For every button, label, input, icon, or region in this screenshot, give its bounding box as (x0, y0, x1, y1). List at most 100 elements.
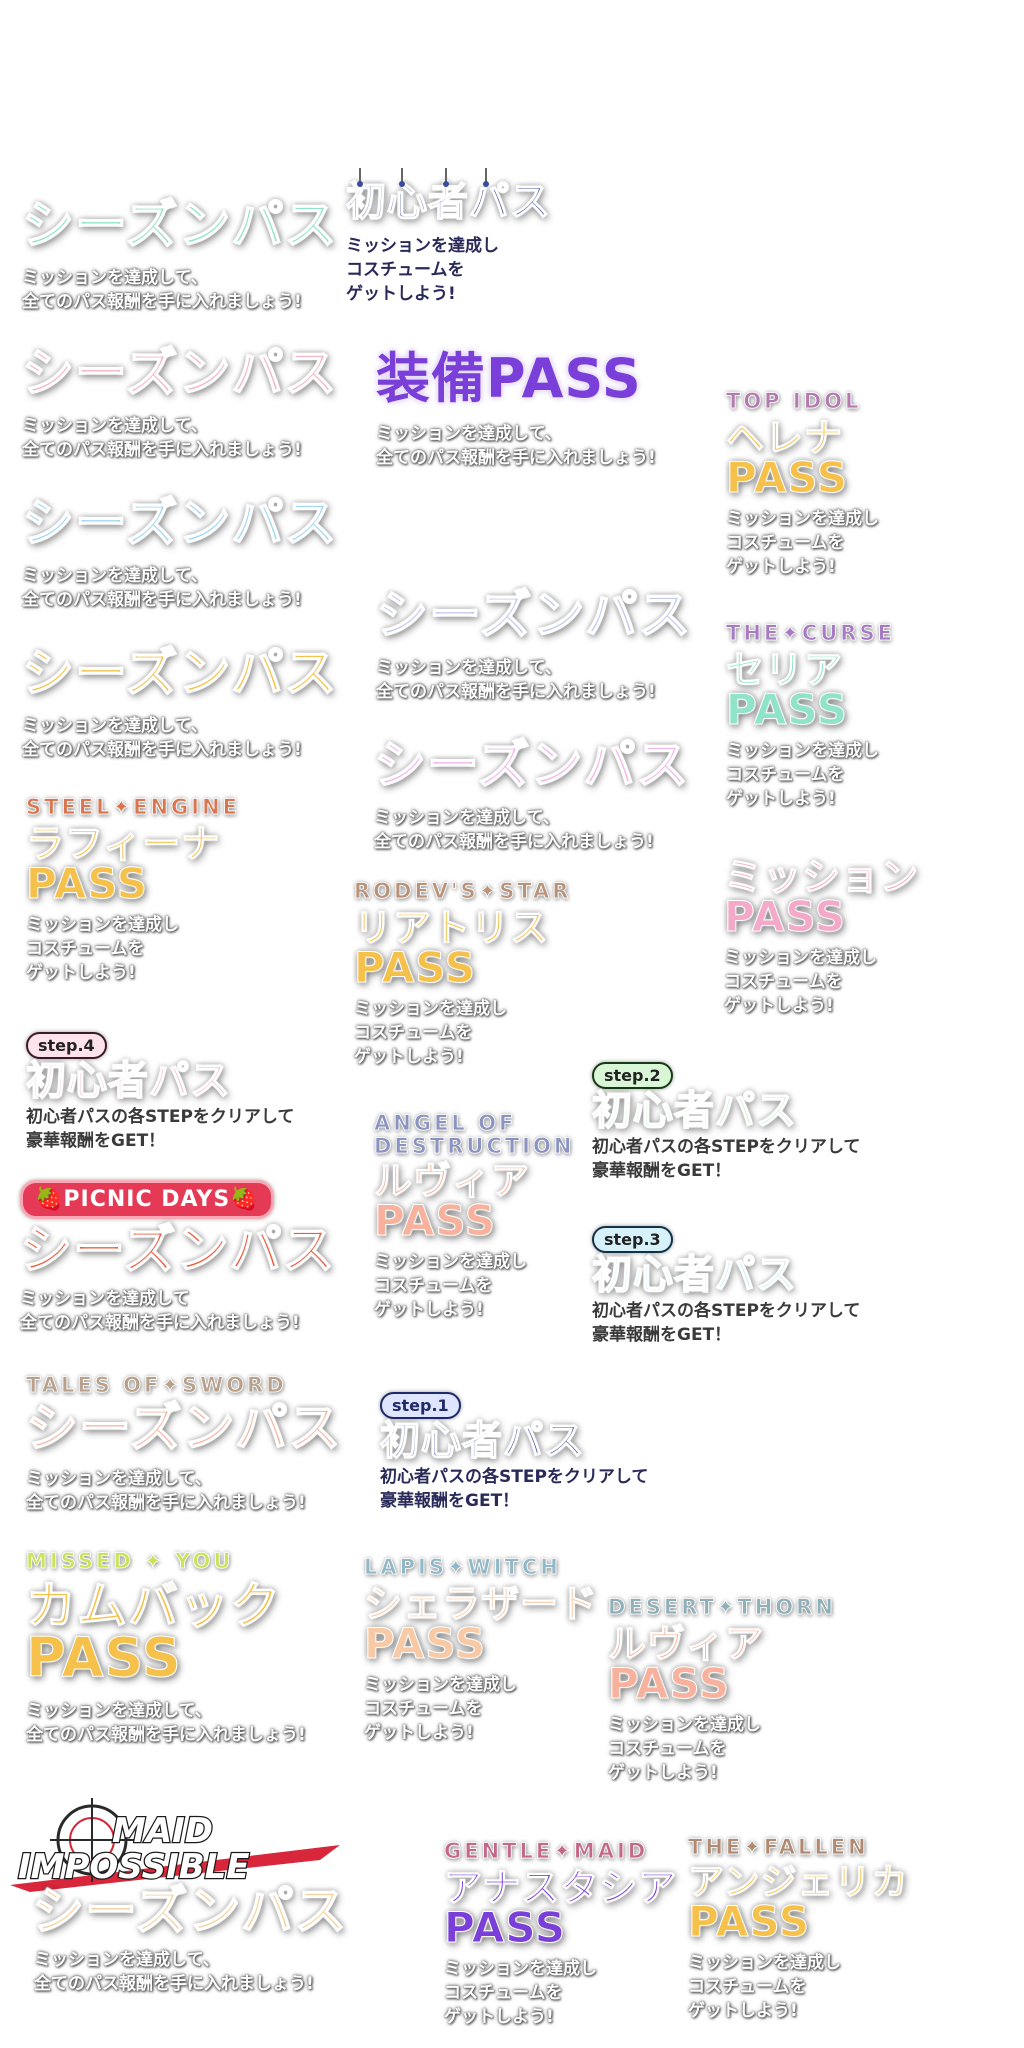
banner-subtitle: TALES OF✦SWORD (26, 1373, 287, 1397)
season-pass-banner-sky[interactable]: シーズンパス ミッションを達成して、 全てのパス報酬を手に入れましょう! (21, 497, 337, 612)
banner-pass-label: PASS (443, 1903, 567, 1953)
banner-title: シーズンパス (21, 196, 338, 256)
picnic-days-badge: 🍓PICNIC DAYS🍓 (20, 1180, 274, 1219)
rafina-pass-banner[interactable]: STEEL✦ENGINE ラフィーナ PASS ミッションを達成し コスチューム… (25, 795, 240, 985)
banner-desc-line2: コスチュームを (26, 939, 145, 960)
banner-title: シーズンパス (25, 1399, 342, 1460)
banner-desc-line1: ミッションを達成し (726, 741, 879, 762)
step-badge: step.4 (26, 1032, 107, 1059)
maid-impossible-season-pass-banner[interactable]: MAID IMPOSSIBLE シーズンパス ミッションを達成して、 全てのパス… (0, 1790, 350, 1996)
banner-desc-line3: ゲットしよう! (688, 2001, 798, 2022)
banner-desc-line1: 初心者パスの各STEPをクリアして (380, 1467, 649, 1487)
seria-pass-banner[interactable]: THE✦CURSE セリア PASS ミッションを達成し コスチュームを ゲット… (726, 621, 895, 811)
banner-desc-line1: ミッションを達成し (374, 1252, 527, 1273)
banner-desc-line3: ゲットしよう! (364, 1723, 474, 1744)
banner-desc-line2: コスチュームを (724, 972, 843, 992)
banner-desc-line1: ミッションを達成し (26, 915, 179, 936)
banner-character-name: ルヴィア (608, 1622, 765, 1667)
banner-subtitle: THE✦CURSE (726, 621, 895, 645)
comeback-pass-banner[interactable]: MISSED ✦ YOU カムバック PASS ミッションを達成して、 全てのパ… (26, 1549, 306, 1747)
banner-desc-line1: ミッションを達成して、 (22, 416, 208, 436)
banner-character-name: シェラザード (363, 1582, 599, 1627)
banner-desc-line1: ミッションを達成し (724, 948, 877, 968)
banner-pass-label: PASS (363, 1619, 487, 1669)
banner-pass-label: PASS (688, 1897, 811, 1947)
banner-desc-line1: ミッションを達成し (688, 1953, 841, 1974)
banner-desc-line1: ミッションを達成し (608, 1715, 761, 1736)
banner-title: 初心者パス (379, 1418, 585, 1464)
anastasia-pass-banner[interactable]: GENTLE✦MAID アナスタシア PASS ミッションを達成し コスチューム… (443, 1839, 677, 2029)
season-pass-banner-mint[interactable]: シーズンパス ミッションを達成して、 全てのパス報酬を手に入れましょう! (21, 196, 338, 314)
banner-desc-line3: ゲットしよう! (374, 1300, 484, 1321)
banner-character-name: カムバック (26, 1577, 281, 1636)
banner-pass-label: PASS (373, 1196, 497, 1246)
beginner-pass-step4-banner[interactable]: step.4 初心者パス 初心者パスの各STEPをクリアして 豪華報酬をGET！ (25, 1032, 295, 1153)
banner-subtitle: LAPIS✦WITCH (364, 1555, 561, 1579)
banner-desc-line2: コスチュームを (608, 1739, 727, 1760)
banner-subtitle: DESERT✦THORN (608, 1595, 836, 1619)
helena-pass-banner[interactable]: TOP IDOL ヘレナ PASS ミッションを達成し コスチュームを ゲットし… (726, 389, 880, 579)
banner-pass-label: PASS (726, 685, 849, 735)
beginner-pass-banner-navy[interactable]: 初心者パス ミッションを達成し コスチュームを ゲットしよう! (345, 168, 551, 306)
season-pass-banner-lavender[interactable]: シーズンパス ミッションを達成して、 全てのパス報酬を手に入れましょう! (375, 586, 692, 704)
season-pass-banner-gold[interactable]: シーズンパス ミッションを達成して、 全てのパス報酬を手に入れましょう! (21, 647, 337, 762)
banner-pass-label: PASS (353, 943, 477, 993)
banner-desc-line1: ミッションを達成して、 (22, 716, 208, 736)
maid-logo-line1: MAID (112, 1811, 213, 1851)
banner-subtitle: GENTLE✦MAID (444, 1839, 649, 1863)
banner-desc-line1: ミッションを達成し (444, 1959, 597, 1980)
banner-desc-line1: 初心者パスの各STEPをクリアして (26, 1107, 295, 1127)
banner-desc-line3: ゲットしよう! (726, 789, 836, 810)
banner-desc-line3: ゲットしよう! (608, 1763, 718, 1784)
banner-title: 装備PASS (376, 347, 642, 410)
riatris-pass-banner[interactable]: RODEV'S✦STAR リアトリス PASS ミッションを達成し コスチューム… (353, 879, 571, 1069)
banner-subtitle: MISSED ✦ YOU (26, 1549, 234, 1573)
banner-desc-line3: ゲットしよう! (444, 2007, 554, 2028)
beginner-pass-step2-banner[interactable]: step.2 初心者パス 初心者パスの各STEPをクリアして 豪華報酬をGET！ (591, 1062, 861, 1183)
banner-desc-line2: コスチュームを (374, 1276, 493, 1297)
banner-subtitle: TOP IDOL (726, 389, 862, 413)
banner-desc-line1: ミッションを達成して、 (22, 566, 208, 586)
season-pass-banner-pink[interactable]: シーズンパス ミッションを達成して、 全てのパス報酬を手に入れましょう! (21, 344, 338, 462)
banner-character-name: ラフィーナ (25, 822, 221, 867)
banner-desc-line1: ミッションを達成して、 (376, 658, 562, 678)
banner-desc-line2: 全てのパス報酬を手に入れましょう! (22, 740, 302, 760)
banner-desc-line1: ミッションを達成して、 (26, 1701, 212, 1722)
banner-title: シーズンパス (373, 736, 690, 796)
banner-desc-line2: 全てのパス報酬を手に入れましょう! (26, 1725, 306, 1746)
banner-character-name: ルヴィア (373, 1159, 531, 1204)
banner-desc-line2: 全てのパス報酬を手に入れましょう! (374, 832, 654, 852)
luvia-angel-pass-banner[interactable]: ANGEL OF DESTRUCTION ルヴィア PASS ミッションを達成し… (373, 1111, 575, 1322)
banner-desc-line1: ミッションを達成して、 (374, 808, 560, 828)
banner-title: シーズンパス (31, 1882, 348, 1942)
banner-title: 初心者パス (25, 1058, 231, 1104)
banner-desc-line2: コスチュームを (444, 1983, 563, 2004)
banner-pass-label: PASS (726, 453, 849, 503)
banner-title: ミッション (723, 855, 920, 899)
sherazade-pass-banner[interactable]: LAPIS✦WITCH シェラザード PASS ミッションを達成し コスチューム… (363, 1555, 599, 1745)
banner-pass-label: PASS (608, 1659, 731, 1709)
step-badge: step.1 (380, 1392, 461, 1419)
banner-title: シーズンパス (375, 586, 692, 646)
banner-desc-line2: 全てのパス報酬を手に入れましょう! (376, 682, 656, 702)
beginner-pass-step3-banner[interactable]: step.3 初心者パス 初心者パスの各STEPをクリアして 豪華報酬をGET！ (591, 1226, 860, 1347)
step-badge: step.3 (592, 1226, 673, 1253)
banner-title: シーズンパス (21, 344, 338, 404)
picnic-season-pass-banner[interactable]: 🍓PICNIC DAYS🍓 シーズンパス ミッションを達成して 全てのパス報酬を… (19, 1180, 335, 1335)
banner-desc-line2: コスチュームを (364, 1699, 483, 1720)
banner-desc-line1: ミッションを達成して (20, 1289, 190, 1309)
luvia-desert-pass-banner[interactable]: DESERT✦THORN ルヴィア PASS ミッションを達成し コスチュームを… (608, 1595, 836, 1785)
banner-subtitle-line2: DESTRUCTION (374, 1134, 575, 1159)
mission-pass-banner[interactable]: ミッション PASS ミッションを達成し コスチュームを ゲットしよう! (723, 855, 920, 1018)
angelica-pass-banner[interactable]: THE✦FALLEN アンジェリカ PASS ミッションを達成し コスチュームを… (688, 1835, 909, 2023)
tales-of-sword-season-pass-banner[interactable]: TALES OF✦SWORD シーズンパス ミッションを達成して、 全てのパス報… (25, 1373, 342, 1515)
banner-desc-line1: ミッションを達成して、 (26, 1469, 212, 1490)
banner-desc-line3: ゲットしよう! (26, 963, 136, 984)
equip-pass-banner[interactable]: 装備PASS ミッションを達成して、 全てのパス報酬を手に入れましょう! (376, 352, 656, 470)
banner-pass-label: PASS (25, 859, 149, 909)
banner-character-name: アンジェリカ (688, 1862, 909, 1904)
season-pass-banner-lilac[interactable]: シーズンパス ミッションを達成して、 全てのパス報酬を手に入れましょう! (373, 736, 690, 854)
banner-desc-line1: 初心者パスの各STEPをクリアして (592, 1137, 861, 1157)
beginner-pass-step1-banner[interactable]: step.1 初心者パス 初心者パスの各STEPをクリアして 豪華報酬をGET！ (379, 1392, 649, 1513)
banner-desc-line2: コスチュームを (726, 533, 845, 554)
